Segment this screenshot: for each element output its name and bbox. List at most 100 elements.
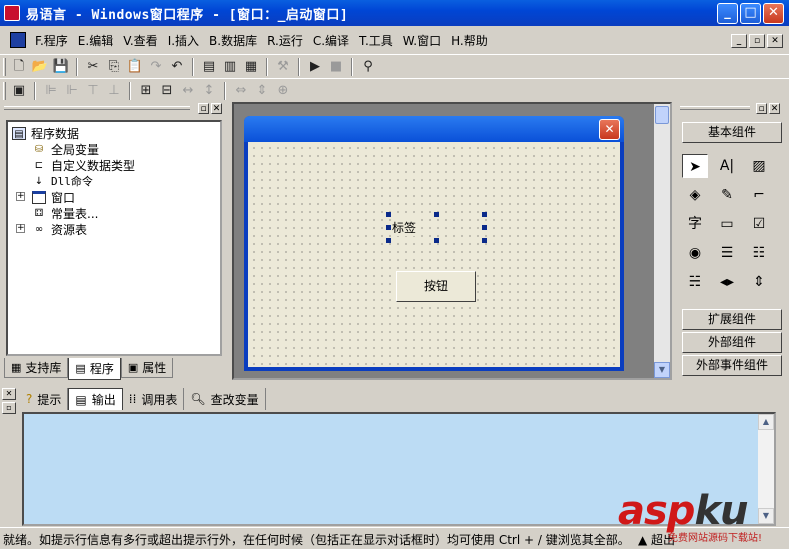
radio-icon[interactable]: ◉: [682, 241, 708, 265]
tree-item-global-vars[interactable]: ⛁ 全局变量: [32, 141, 99, 157]
grid-icon[interactable]: ☵: [682, 270, 708, 294]
menu-item[interactable]: B.数据库: [204, 32, 262, 49]
document-icon[interactable]: [10, 32, 26, 48]
copy-icon[interactable]: ⎘: [105, 58, 123, 76]
tab-inspect-variables[interactable]: 🔍︎ 查改变量: [184, 388, 266, 410]
form-close-button[interactable]: ✕: [599, 119, 620, 140]
toolbar-grip[interactable]: [3, 82, 6, 100]
center-vertical-icon[interactable]: ⊟: [158, 82, 176, 100]
form-canvas[interactable]: 标签 按钮: [248, 142, 620, 367]
arrow-pointer-icon[interactable]: ➤: [682, 154, 708, 178]
picture-icon[interactable]: ▨: [746, 154, 772, 178]
center-horizontal-icon[interactable]: ⊞: [137, 82, 155, 100]
tab-properties[interactable]: ▣ 属性: [120, 358, 174, 378]
close-button[interactable]: ✕: [763, 3, 784, 24]
scroll-icon[interactable]: ◂▸: [714, 270, 740, 294]
tree-item-resources[interactable]: ∞ 资源表: [32, 221, 87, 237]
draw-icon[interactable]: ✎: [714, 183, 740, 207]
binoculars-icon[interactable]: ⚲: [359, 58, 377, 76]
button-icon[interactable]: ▭: [714, 212, 740, 236]
panel-close-button[interactable]: ✕: [769, 103, 780, 114]
panel-close-button[interactable]: ✕: [2, 388, 16, 400]
resize-handle[interactable]: [386, 238, 391, 243]
designer-scrollbar[interactable]: ▼: [654, 104, 670, 378]
tab-program[interactable]: ▤ 程序: [68, 358, 121, 380]
listbox-icon[interactable]: ☰: [714, 241, 740, 265]
tab-output[interactable]: ▤ 输出: [68, 388, 123, 410]
align-bottom-icon[interactable]: ⊥: [105, 82, 123, 100]
space-horizontal-icon[interactable]: ↔: [179, 82, 197, 100]
menu-item[interactable]: F.程序: [30, 32, 73, 49]
resize-handle[interactable]: [386, 212, 391, 217]
toolbar-grip[interactable]: [3, 58, 6, 76]
mdi-restore-button[interactable]: ▫: [749, 34, 765, 48]
label-control[interactable]: 标签: [386, 212, 487, 243]
scroll-up-button[interactable]: ▲: [758, 414, 774, 430]
panel-restore-button[interactable]: ▫: [198, 103, 209, 114]
run-icon[interactable]: ▶: [306, 58, 324, 76]
menu-item[interactable]: R.运行: [262, 32, 308, 49]
external-components-button[interactable]: 外部组件: [682, 332, 782, 353]
basic-components-button[interactable]: 基本组件: [682, 122, 782, 143]
scroll-thumb[interactable]: [655, 106, 669, 124]
layout2-icon[interactable]: ▥: [221, 58, 239, 76]
resize-handle[interactable]: [434, 238, 439, 243]
menu-item[interactable]: T.工具: [354, 32, 398, 49]
panel-restore-button[interactable]: ▫: [2, 402, 16, 414]
menu-item[interactable]: H.帮助: [446, 32, 493, 49]
minimize-button[interactable]: _: [717, 3, 738, 24]
tab-call-stack[interactable]: ⁞⁞ 调用表: [123, 388, 185, 410]
extended-components-button[interactable]: 扩展组件: [682, 309, 782, 330]
open-folder-icon[interactable]: 📂: [31, 58, 49, 76]
form-title-bar[interactable]: ✕: [244, 116, 624, 142]
resize-handle[interactable]: [434, 212, 439, 217]
space-vertical-icon[interactable]: ↕: [200, 82, 218, 100]
shape-icon[interactable]: ◈: [682, 183, 708, 207]
layout3-icon[interactable]: ▦: [242, 58, 260, 76]
edit-box-icon[interactable]: ⌐: [746, 183, 772, 207]
same-width-icon[interactable]: ⇔: [232, 82, 250, 100]
same-height-icon[interactable]: ⇕: [253, 82, 271, 100]
button-control[interactable]: 按钮: [396, 271, 476, 302]
label-icon[interactable]: A|: [714, 154, 740, 178]
app-icon[interactable]: [4, 5, 20, 21]
maximize-button[interactable]: □: [740, 3, 761, 24]
resize-handle[interactable]: [386, 225, 391, 230]
tool-icon[interactable]: ⚒: [274, 58, 292, 76]
spin-icon[interactable]: ⇕: [746, 270, 772, 294]
expand-resources-button[interactable]: +: [16, 224, 25, 233]
panel-close-button[interactable]: ✕: [211, 103, 222, 114]
mdi-minimize-button[interactable]: _: [731, 34, 747, 48]
same-size-icon[interactable]: ⊕: [274, 82, 292, 100]
resize-handle[interactable]: [482, 212, 487, 217]
align-top-icon[interactable]: ⊤: [84, 82, 102, 100]
scroll-down-button[interactable]: ▼: [654, 362, 670, 378]
checkbox-icon[interactable]: ☑: [746, 212, 772, 236]
tree-item-program-data[interactable]: ▤ 程序数据: [12, 124, 80, 142]
menu-item[interactable]: V.查看: [118, 32, 162, 49]
resize-handle[interactable]: [482, 238, 487, 243]
redo-icon[interactable]: ↷: [147, 58, 165, 76]
form-icon[interactable]: ▣: [10, 82, 28, 100]
tree-item-constants[interactable]: ⚃ 常量表...: [32, 205, 99, 221]
tree-item-windows[interactable]: 窗口: [32, 189, 75, 205]
cut-icon[interactable]: ✂: [84, 58, 102, 76]
menu-item[interactable]: I.插入: [163, 32, 204, 49]
tab-support-library[interactable]: ▦ 支持库: [4, 358, 69, 378]
layout1-icon[interactable]: ▤: [200, 58, 218, 76]
mdi-close-button[interactable]: ✕: [767, 34, 783, 48]
menu-item[interactable]: C.编译: [308, 32, 354, 49]
stop-icon[interactable]: ■: [327, 58, 345, 76]
menu-item[interactable]: E.编辑: [73, 32, 118, 49]
paste-icon[interactable]: 📋: [126, 58, 144, 76]
tab-hints[interactable]: ? 提示: [20, 388, 69, 410]
combo-icon[interactable]: ☷: [746, 241, 772, 265]
undo-icon[interactable]: ↶: [168, 58, 186, 76]
panel-restore-button[interactable]: ▫: [756, 103, 767, 114]
menu-item[interactable]: W.窗口: [398, 32, 446, 49]
new-file-icon[interactable]: 🗋: [10, 58, 28, 76]
external-event-components-button[interactable]: 外部事件组件: [682, 355, 782, 376]
tree-item-dll[interactable]: ↓ Dll命令: [32, 173, 93, 189]
align-left-icon[interactable]: ⊫: [42, 82, 60, 100]
expand-windows-button[interactable]: +: [16, 192, 25, 201]
